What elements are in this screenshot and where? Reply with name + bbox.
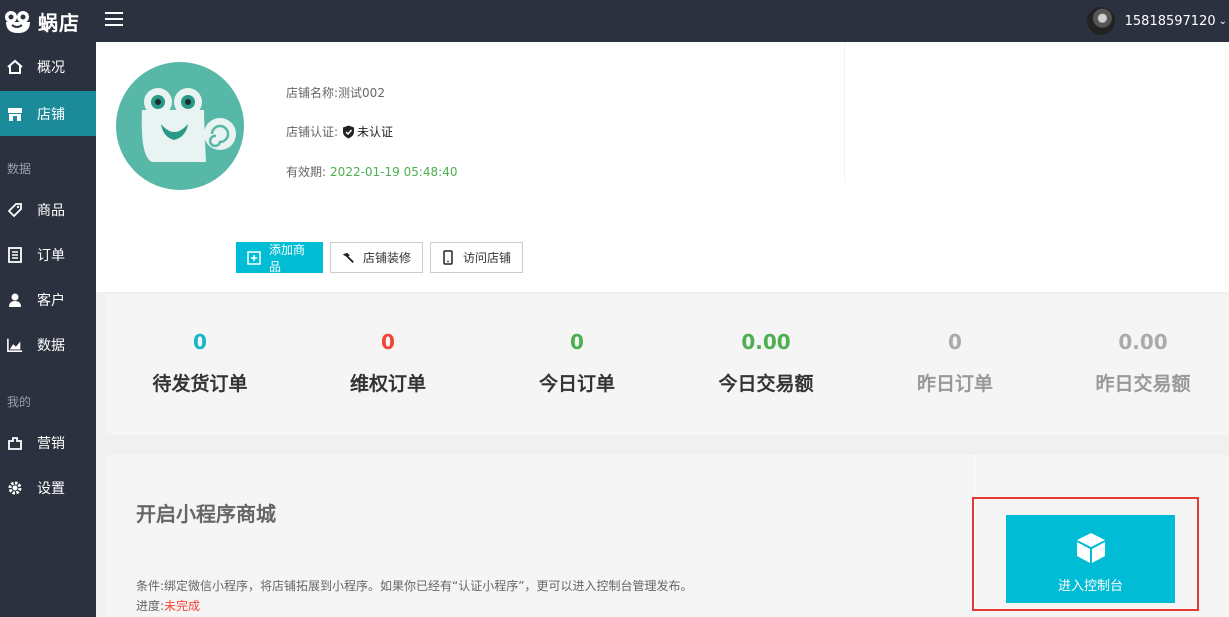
main-content: 店铺名称: 测试002 店铺认证: 未认证 有效期: 2022-01-19 05… bbox=[96, 42, 1229, 617]
sidebar-section-data: 数据 bbox=[7, 162, 32, 176]
mobile-phone-icon bbox=[441, 250, 455, 265]
stat-today-revenue[interactable]: 0.00 今日交易额 bbox=[672, 294, 860, 396]
sidebar-item-label: 商品 bbox=[37, 202, 65, 219]
sidebar-item-store[interactable]: 店铺 bbox=[0, 91, 96, 136]
plus-square-icon bbox=[247, 250, 261, 265]
decorate-store-button[interactable]: 店铺装修 bbox=[330, 242, 423, 273]
stat-value: 0.00 bbox=[741, 330, 791, 354]
add-product-label: 添加商品 bbox=[269, 242, 306, 274]
enter-console-button[interactable]: 进入控制台 bbox=[1006, 515, 1175, 603]
add-product-button[interactable]: 添加商品 bbox=[236, 242, 323, 274]
miniprogram-progress: 进度:未完成 bbox=[136, 597, 200, 614]
stats-panel: 0 待发货订单 0 维权订单 0 今日订单 0.00 今日交易额 0 昨日订单 … bbox=[106, 294, 1229, 435]
chevron-down-icon[interactable]: ⌄ bbox=[1219, 16, 1227, 27]
store-expire-row: 有效期: 2022-01-19 05:48:40 bbox=[286, 163, 458, 180]
store-cert-row: 店铺认证: 未认证 bbox=[286, 123, 393, 140]
progress-value: 未完成 bbox=[164, 599, 201, 613]
enter-console-label: 进入控制台 bbox=[1057, 579, 1123, 594]
visit-store-button[interactable]: 访问店铺 bbox=[430, 242, 523, 273]
sidebar-item-label: 设置 bbox=[37, 480, 65, 497]
store-expire-label: 有效期: bbox=[286, 165, 327, 179]
sidebar-item-marketing[interactable]: 营销 bbox=[0, 420, 96, 465]
sidebar-item-label: 概况 bbox=[37, 59, 65, 76]
store-name-value: 测试002 bbox=[338, 86, 385, 100]
stat-label: 今日交易额 bbox=[718, 373, 814, 395]
hammer-icon bbox=[341, 251, 355, 265]
stat-value: 0.00 bbox=[1118, 330, 1168, 354]
stat-label: 昨日交易额 bbox=[1095, 373, 1191, 395]
snail-mascot-icon bbox=[141, 88, 236, 162]
user-icon bbox=[7, 292, 23, 308]
cube-icon bbox=[1074, 531, 1108, 565]
sidebar-item-overview[interactable]: 概况 bbox=[0, 44, 96, 89]
brand-logo[interactable]: 蜗店 bbox=[4, 7, 80, 36]
sidebar-item-settings[interactable]: 设置 bbox=[0, 465, 96, 510]
app-name: 蜗店 bbox=[38, 11, 80, 35]
stat-today-orders[interactable]: 0 今日订单 bbox=[483, 294, 671, 396]
user-menu[interactable]: 15818597120 ⌄ bbox=[1086, 6, 1229, 36]
stat-label: 今日订单 bbox=[538, 373, 615, 395]
top-bar: 蜗店 15818597120 ⌄ bbox=[0, 0, 1229, 42]
tag-icon bbox=[7, 202, 23, 218]
store-name-row: 店铺名称: 测试002 bbox=[286, 84, 385, 101]
stat-label: 待发货订单 bbox=[152, 373, 248, 395]
stat-value: 0 bbox=[381, 330, 395, 354]
stat-pending-shipment[interactable]: 0 待发货订单 bbox=[106, 294, 294, 396]
sidebar-item-label: 订单 bbox=[37, 247, 65, 264]
sidebar-section-mine: 我的 bbox=[7, 395, 32, 409]
chart-icon bbox=[7, 337, 23, 353]
sidebar-item-label: 数据 bbox=[37, 337, 65, 354]
stat-label: 昨日订单 bbox=[916, 373, 993, 395]
sidebar-item-products[interactable]: 商品 bbox=[0, 187, 96, 232]
store-info-panel: 店铺名称: 测试002 店铺认证: 未认证 有效期: 2022-01-19 05… bbox=[96, 42, 1229, 292]
snail-logo-icon bbox=[5, 10, 30, 33]
stat-refund-orders[interactable]: 0 维权订单 bbox=[294, 294, 482, 396]
home-icon bbox=[7, 59, 23, 75]
gear-icon bbox=[7, 480, 23, 496]
miniprogram-condition: 条件:绑定微信小程序，将店铺拓展到小程序。如果你已经有“认证小程序”，更可以进入… bbox=[136, 579, 693, 593]
miniprogram-title: 开启小程序商城 bbox=[136, 502, 276, 526]
stat-value: 0 bbox=[948, 330, 962, 354]
sidebar-item-label: 营销 bbox=[37, 435, 65, 452]
document-icon bbox=[7, 246, 23, 263]
username[interactable]: 15818597120 bbox=[1125, 14, 1216, 29]
sidebar: 概况 店铺 数据 商品 订单 客户 数据 我的 营销 设置 bbox=[0, 42, 96, 617]
visit-store-label: 访问店铺 bbox=[463, 251, 512, 265]
stat-yesterday-orders[interactable]: 0 昨日订单 bbox=[861, 294, 1049, 396]
stat-label: 维权订单 bbox=[349, 373, 426, 395]
shield-check-icon bbox=[343, 125, 355, 138]
decorate-store-label: 店铺装修 bbox=[363, 251, 412, 265]
store-cert-label: 店铺认证: bbox=[286, 125, 339, 139]
sidebar-item-data[interactable]: 数据 bbox=[0, 322, 96, 367]
sidebar-item-label: 店铺 bbox=[37, 106, 65, 123]
store-expire-value: 2022-01-19 05:48:40 bbox=[330, 164, 458, 179]
miniprogram-panel: 开启小程序商城 条件:绑定微信小程序，将店铺拓展到小程序。如果你已经有“认证小程… bbox=[106, 455, 1229, 617]
store-icon bbox=[7, 106, 23, 122]
sidebar-item-orders[interactable]: 订单 bbox=[0, 232, 96, 277]
stat-value: 0 bbox=[570, 330, 584, 354]
sidebar-item-label: 客户 bbox=[37, 292, 65, 309]
stat-yesterday-revenue[interactable]: 0.00 昨日交易额 bbox=[1049, 294, 1229, 396]
progress-label: 进度: bbox=[136, 599, 165, 613]
puzzle-icon bbox=[7, 435, 23, 451]
menu-toggle-icon[interactable] bbox=[105, 12, 123, 28]
store-name-label: 店铺名称: bbox=[286, 86, 339, 100]
stat-value: 0 bbox=[193, 330, 207, 354]
sidebar-item-customers[interactable]: 客户 bbox=[0, 277, 96, 322]
divider bbox=[844, 42, 845, 182]
avatar[interactable] bbox=[1086, 7, 1115, 35]
store-cert-value: 未认证 bbox=[357, 125, 394, 139]
store-logo bbox=[116, 62, 244, 190]
